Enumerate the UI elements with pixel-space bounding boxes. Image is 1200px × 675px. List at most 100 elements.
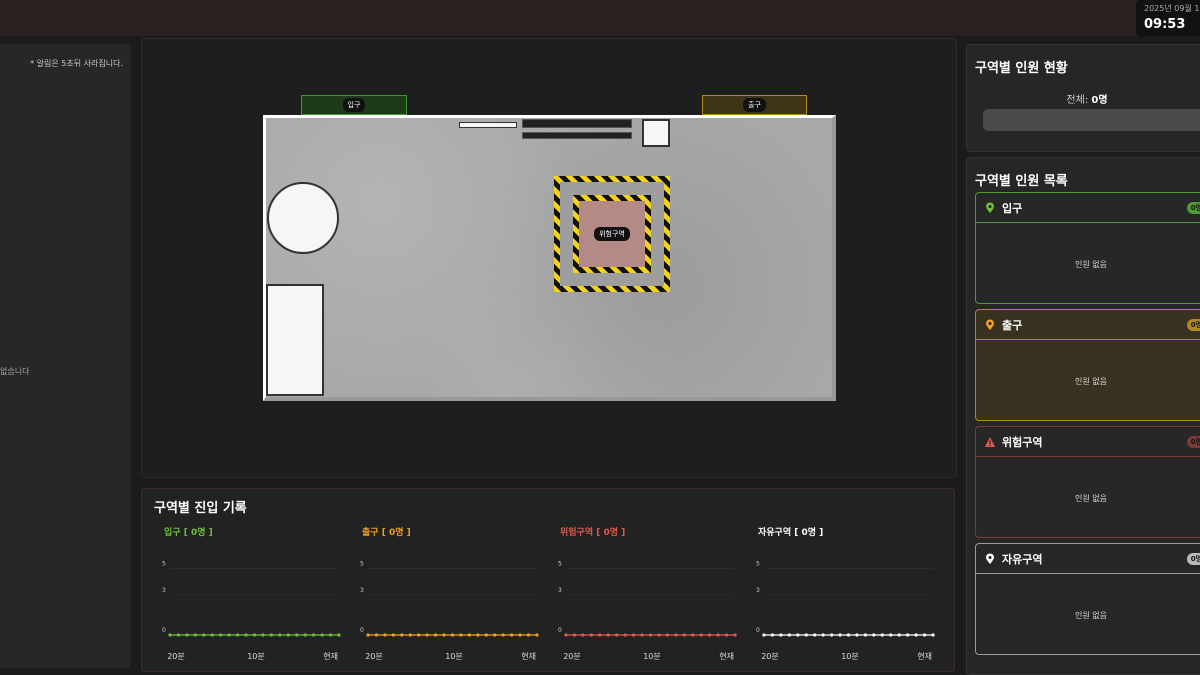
- data-point: [518, 633, 522, 637]
- zone-empty-text: 인원 없음: [1075, 260, 1107, 269]
- pin-icon: [986, 319, 994, 330]
- data-point: [535, 633, 539, 637]
- zone-tag-exit-label: 출구: [743, 98, 766, 112]
- data-point: [880, 633, 884, 637]
- data-point: [193, 633, 197, 637]
- data-point: [168, 633, 172, 637]
- data-point: [510, 633, 514, 637]
- y-tick-label: 5: [360, 560, 364, 567]
- data-point: [252, 633, 257, 637]
- data-point: [320, 633, 324, 637]
- x-tick-label: 10분: [247, 652, 265, 661]
- data-point: [417, 633, 421, 637]
- data-point: [623, 633, 627, 637]
- data-point: [374, 633, 379, 637]
- x-tick-label: 20분: [761, 652, 779, 661]
- zone-card[interactable]: 자유구역 0명 인원 없음: [975, 543, 1200, 655]
- bar-top-1: [522, 119, 632, 128]
- data-point: [872, 633, 876, 637]
- data-point: [906, 633, 910, 637]
- warning-icon: [985, 436, 995, 447]
- zone-card[interactable]: 출구 0명 인원 없음: [975, 309, 1200, 421]
- data-point: [572, 633, 577, 637]
- data-point: [889, 633, 893, 637]
- zone-card[interactable]: 입구 0명인원 없음: [975, 192, 1200, 304]
- data-point: [295, 633, 299, 637]
- alert-panel: * 알림은 5초뒤 사라집니다. 없습니다: [0, 44, 131, 668]
- line-chart: 5 3 0 20분 10분 현재: [162, 560, 341, 661]
- data-point: [366, 633, 370, 637]
- bar-top-2: [522, 132, 632, 139]
- zone-empty-text: 인원 없음: [1075, 494, 1107, 503]
- data-point: [312, 633, 316, 637]
- zone-list-panel: 구역별 인원 목록 입구 0명 인원 없음 출구 0명 인원 없음 위험구역 0명 인원 없음 자…: [966, 157, 1200, 675]
- danger-zone[interactable]: 위험구역: [554, 176, 670, 292]
- data-point: [337, 633, 341, 637]
- data-point: [408, 633, 412, 637]
- zone-status-panel: 구역별 인원 현황 전체: 0명: [966, 44, 1200, 152]
- data-point: [914, 633, 918, 637]
- zone-status-title: 구역별 인원 현황: [975, 61, 1068, 76]
- data-point: [589, 633, 593, 637]
- y-tick-label: 5: [756, 560, 760, 567]
- data-point: [185, 633, 189, 637]
- data-point: [425, 633, 429, 637]
- data-point: [665, 633, 669, 637]
- thin-bar-white: [459, 122, 517, 128]
- data-point: [691, 633, 695, 637]
- data-point: [897, 633, 901, 637]
- data-point: [779, 633, 783, 637]
- x-tick-label: 현재: [521, 652, 536, 661]
- data-point: [863, 633, 867, 637]
- clock-date: 2025년 09월 19: [1144, 4, 1200, 13]
- data-point: [708, 633, 712, 637]
- data-point: [269, 633, 273, 637]
- data-point: [467, 633, 471, 637]
- zone-tag-entry-label: 입구: [342, 98, 366, 112]
- y-tick-label: 3: [558, 587, 562, 594]
- data-point: [846, 633, 851, 637]
- total-progress-bar: [983, 109, 1200, 131]
- zone-tag-exit[interactable]: 출구: [702, 95, 807, 115]
- data-point: [598, 633, 602, 637]
- white-block-large: [266, 284, 324, 396]
- zone-card[interactable]: 위험구역 0명 인원 없음: [975, 426, 1200, 538]
- data-point: [383, 633, 387, 637]
- total-count: 전체: 0명: [1066, 95, 1108, 106]
- y-tick-label: 0: [558, 627, 562, 634]
- data-point: [648, 633, 653, 637]
- data-point: [303, 633, 307, 637]
- zone-count-badge: 0명: [1186, 202, 1200, 214]
- data-point: [244, 633, 248, 637]
- data-point: [716, 633, 720, 637]
- data-point: [922, 633, 927, 637]
- data-point: [674, 633, 678, 637]
- line-chart: 5 3 0 20분 10분 현재: [756, 560, 935, 661]
- x-tick-label: 현재: [917, 652, 932, 661]
- data-point: [391, 633, 395, 637]
- zone-empty-text: 인원 없음: [1075, 377, 1107, 386]
- zone-tag-entry[interactable]: 입구: [301, 95, 407, 115]
- zone-count-badge: 0명: [1186, 436, 1200, 448]
- y-tick-label: 5: [558, 560, 562, 567]
- data-point: [176, 633, 181, 637]
- data-point: [236, 633, 240, 637]
- data-point: [459, 633, 463, 637]
- data-point: [227, 633, 231, 637]
- data-point: [261, 633, 265, 637]
- top-bar: 2025년 09월 19 09:53: [0, 0, 1200, 36]
- data-point: [202, 633, 206, 637]
- data-point: [434, 633, 438, 637]
- alert-notice: * 알림은 5초뒤 사라집니다.: [30, 59, 123, 68]
- entry-history-panel: 구역별 진입 기록 입구 [ 0명 ] 5 3 0 20분 10분 현재 출구 [ 0명 …: [141, 488, 955, 672]
- data-point: [501, 633, 505, 637]
- chart-free: 자유구역 [ 0명 ] 5 3 0 20분 10분 현재: [748, 519, 938, 669]
- y-tick-label: 0: [162, 627, 166, 634]
- data-point: [813, 633, 817, 637]
- data-point: [615, 633, 619, 637]
- data-point: [442, 633, 446, 637]
- y-tick-label: 3: [360, 587, 364, 594]
- danger-zone-label: 위험구역: [594, 227, 630, 241]
- zone-card-name: 입구: [1002, 201, 1023, 215]
- floor-plan: 위험구역: [263, 115, 836, 401]
